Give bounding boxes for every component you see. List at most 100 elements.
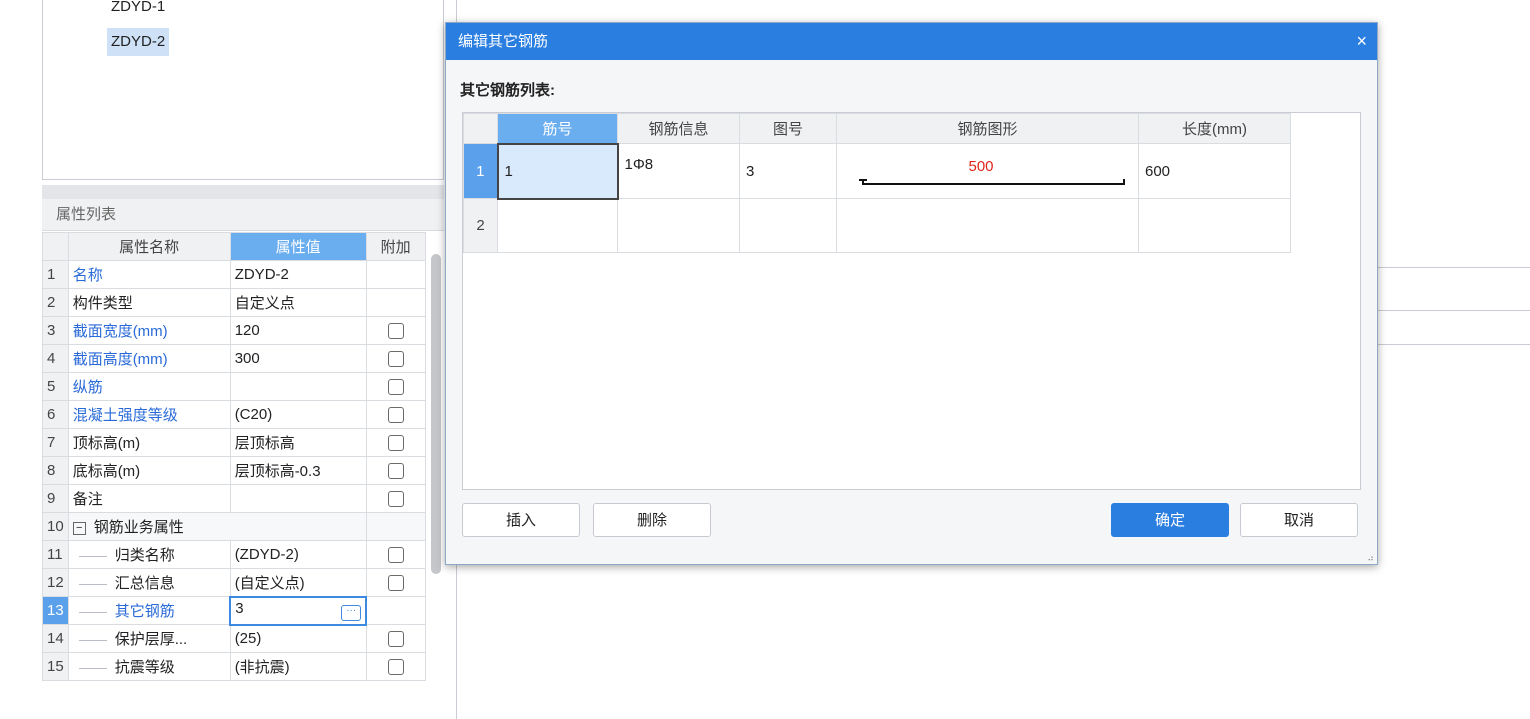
- attach-cell[interactable]: [365, 288, 426, 317]
- row-number[interactable]: 11: [42, 540, 69, 569]
- attach-cell[interactable]: [365, 652, 426, 681]
- attach-cell[interactable]: [365, 428, 426, 457]
- row-number[interactable]: 2: [42, 288, 69, 317]
- grid-header-bar-no[interactable]: 筋号: [497, 113, 618, 144]
- property-name-cell[interactable]: 保护层厚...: [67, 624, 231, 653]
- collapse-icon[interactable]: −: [72, 521, 86, 535]
- table-row[interactable]: 10− 钢筋业务属性: [42, 512, 426, 541]
- property-name-cell[interactable]: 纵筋: [67, 372, 231, 401]
- panel-splitter[interactable]: [42, 185, 444, 199]
- attach-checkbox[interactable]: [387, 435, 404, 452]
- table-row[interactable]: 9 备注: [42, 484, 426, 513]
- property-name-cell[interactable]: 备注: [67, 484, 231, 513]
- cell-rebar-info[interactable]: 1Φ8: [617, 143, 740, 199]
- property-name-cell[interactable]: 归类名称: [67, 540, 231, 569]
- ellipsis-button[interactable]: ···: [341, 605, 362, 621]
- cell-length[interactable]: 600: [1138, 143, 1291, 199]
- property-scrollbar[interactable]: [431, 254, 441, 574]
- property-value-cell[interactable]: 层顶标高-0.3: [229, 456, 367, 485]
- property-value-cell[interactable]: 自定义点: [229, 288, 367, 317]
- cell-rebar-info[interactable]: [617, 198, 740, 253]
- row-number[interactable]: 4: [42, 344, 69, 373]
- cell-rebar-shape[interactable]: [836, 198, 1139, 253]
- cell-bar-no[interactable]: [497, 198, 618, 253]
- row-number[interactable]: 1: [42, 260, 69, 289]
- property-value-cell[interactable]: 300: [229, 344, 367, 373]
- row-number[interactable]: 7: [42, 428, 69, 457]
- table-row[interactable]: 4 截面高度(mm) 300: [42, 344, 426, 373]
- table-row[interactable]: 2: [463, 198, 1291, 253]
- table-row[interactable]: 3 截面宽度(mm) 120: [42, 316, 426, 345]
- row-number[interactable]: 10: [42, 512, 69, 541]
- delete-button[interactable]: 删除: [593, 503, 711, 537]
- property-value-cell[interactable]: (非抗震): [229, 652, 367, 681]
- property-value-cell[interactable]: (自定义点): [229, 568, 367, 597]
- property-value-cell[interactable]: 120: [229, 316, 367, 345]
- row-number[interactable]: 1: [463, 143, 498, 199]
- property-name-cell[interactable]: − 钢筋业务属性: [67, 512, 367, 541]
- property-name-cell[interactable]: 抗震等级: [67, 652, 231, 681]
- tree-item-zdyd-1[interactable]: ZDYD-1: [107, 0, 169, 21]
- attach-checkbox[interactable]: [387, 575, 404, 592]
- table-row[interactable]: 6 混凝土强度等级 (C20): [42, 400, 426, 429]
- cell-bar-no[interactable]: 1: [496, 142, 619, 200]
- cancel-button[interactable]: 取消: [1240, 503, 1358, 537]
- property-value-cell[interactable]: (ZDYD-2): [229, 540, 367, 569]
- row-number[interactable]: 9: [42, 484, 69, 513]
- attach-checkbox[interactable]: [387, 547, 404, 564]
- tree-item-zdyd-2[interactable]: ZDYD-2: [107, 28, 170, 56]
- property-name-cell[interactable]: 构件类型: [67, 288, 231, 317]
- table-row[interactable]: 8 底标高(m) 层顶标高-0.3: [42, 456, 426, 485]
- cell-length[interactable]: [1138, 198, 1291, 253]
- table-row[interactable]: 7 顶标高(m) 层顶标高: [42, 428, 426, 457]
- attach-cell[interactable]: [365, 344, 426, 373]
- grid-header-shape[interactable]: 钢筋图形: [836, 113, 1139, 144]
- table-row[interactable]: 5 纵筋: [42, 372, 426, 401]
- table-row[interactable]: 15 抗震等级 (非抗震): [42, 652, 426, 681]
- attach-checkbox[interactable]: [387, 351, 404, 368]
- attach-checkbox[interactable]: [387, 659, 404, 676]
- property-value-cell[interactable]: ··· 3: [229, 595, 368, 626]
- row-number[interactable]: 8: [42, 456, 69, 485]
- cell-fig-no[interactable]: [739, 198, 837, 253]
- attach-cell[interactable]: [365, 260, 426, 289]
- property-name-cell[interactable]: 截面高度(mm): [67, 344, 231, 373]
- property-value-cell[interactable]: (25): [229, 624, 367, 653]
- attach-cell[interactable]: [365, 372, 426, 401]
- row-number[interactable]: 2: [463, 198, 498, 253]
- row-number[interactable]: 15: [42, 652, 69, 681]
- row-number[interactable]: 13: [42, 596, 69, 625]
- dialog-titlebar[interactable]: 编辑其它钢筋 ×: [446, 23, 1377, 60]
- attach-cell[interactable]: [365, 596, 426, 625]
- grid-header-info[interactable]: 钢筋信息: [617, 113, 740, 144]
- property-value-cell[interactable]: [229, 484, 367, 513]
- cell-rebar-shape[interactable]: 500: [836, 143, 1139, 199]
- attach-cell[interactable]: [365, 484, 426, 513]
- row-number[interactable]: 14: [42, 624, 69, 653]
- property-value-cell[interactable]: 层顶标高: [229, 428, 367, 457]
- attach-cell[interactable]: [365, 456, 426, 485]
- prop-header-value[interactable]: 属性值: [229, 232, 367, 261]
- property-name-cell[interactable]: 底标高(m): [67, 456, 231, 485]
- row-number[interactable]: 5: [42, 372, 69, 401]
- table-row[interactable]: 1 1 1Φ8 3 500 600: [463, 142, 1291, 200]
- property-name-cell[interactable]: 顶标高(m): [67, 428, 231, 457]
- insert-button[interactable]: 插入: [462, 503, 580, 537]
- table-row[interactable]: 11 归类名称 (ZDYD-2): [42, 540, 426, 569]
- property-name-cell[interactable]: 其它钢筋: [67, 596, 231, 625]
- cell-fig-no[interactable]: 3: [739, 143, 837, 199]
- table-row[interactable]: 14 保护层厚... (25): [42, 624, 426, 653]
- attach-checkbox[interactable]: [387, 379, 404, 396]
- attach-cell[interactable]: [365, 316, 426, 345]
- table-row[interactable]: 12 汇总信息 (自定义点): [42, 568, 426, 597]
- attach-cell[interactable]: [365, 400, 426, 429]
- attach-cell[interactable]: [365, 568, 426, 597]
- table-row[interactable]: 2 构件类型 自定义点: [42, 288, 426, 317]
- table-row[interactable]: 13 其它钢筋 ··· 3: [42, 595, 426, 626]
- attach-checkbox[interactable]: [387, 407, 404, 424]
- grid-header-length[interactable]: 长度(mm): [1138, 113, 1291, 144]
- prop-header-extra[interactable]: 附加: [365, 232, 426, 261]
- attach-checkbox[interactable]: [387, 323, 404, 340]
- property-value-cell[interactable]: ZDYD-2: [229, 260, 367, 289]
- property-value-cell[interactable]: (C20): [229, 400, 367, 429]
